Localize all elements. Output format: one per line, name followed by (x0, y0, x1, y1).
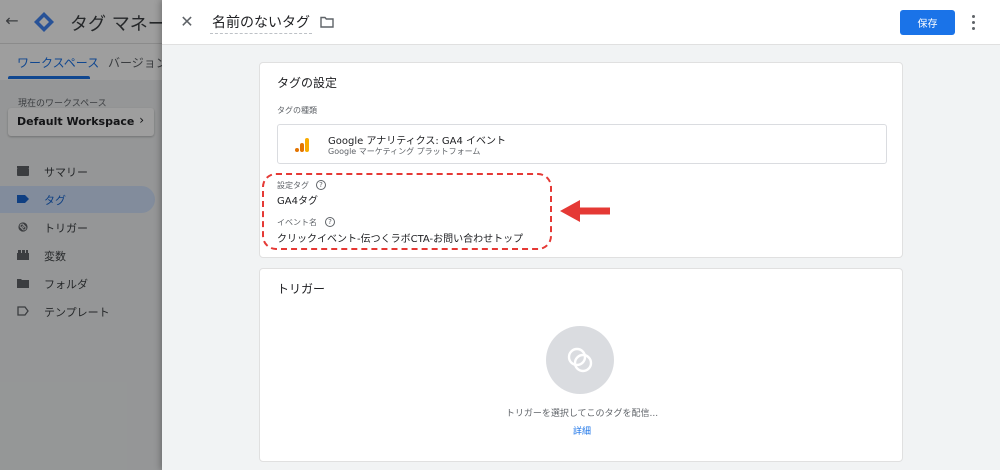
tag-name-input[interactable] (210, 10, 312, 34)
panel-header: ✕ 保存 (162, 0, 1000, 45)
triggering-card[interactable]: トリガー トリガーを選択してこのタグを配信... 詳細 (259, 268, 903, 462)
close-icon[interactable]: ✕ (176, 11, 198, 33)
trigger-icon (567, 347, 593, 373)
add-trigger-button[interactable] (546, 326, 614, 394)
annotation-highlight (262, 173, 552, 250)
card-title: タグの設定 (277, 76, 338, 90)
modal-scrim[interactable] (0, 0, 162, 470)
save-button[interactable]: 保存 (900, 10, 955, 35)
tag-type-provider: Google マーケティング プラットフォーム (328, 147, 481, 156)
more-vert-icon[interactable] (965, 11, 981, 33)
trigger-prompt: トリガーを選択してこのタグを配信... (505, 409, 659, 419)
folder-icon[interactable] (320, 16, 334, 28)
card-title: トリガー (277, 282, 326, 296)
tag-type-name: Google アナリティクス: GA4 イベント (328, 136, 507, 147)
annotation-arrow-icon (560, 200, 610, 222)
google-analytics-icon (295, 138, 309, 152)
tag-type-label: タグの種類 (277, 106, 317, 115)
learn-more-link[interactable]: 詳細 (260, 424, 904, 437)
tag-type-selector[interactable]: Google アナリティクス: GA4 イベント Google マーケティング … (277, 124, 887, 164)
